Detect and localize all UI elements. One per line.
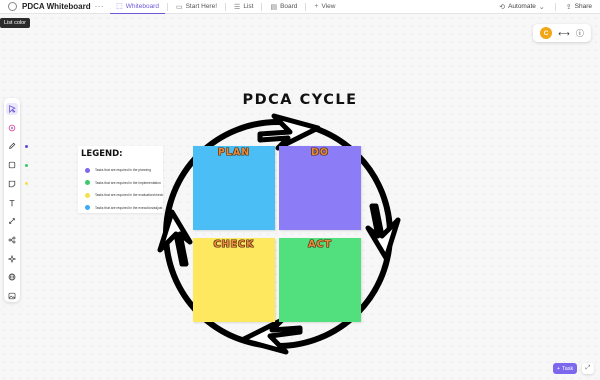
legend-item: Tasks that are required in the planning xyxy=(81,164,160,177)
tab-divider xyxy=(166,2,168,11)
sticky-label: CHECK xyxy=(213,239,255,250)
plus-icon: + xyxy=(556,365,560,372)
top-bar: PDCA Whiteboard ··· ⬚ Whiteboard ▭ Start… xyxy=(0,0,600,14)
page-title[interactable]: PDCA Whiteboard xyxy=(22,2,91,11)
chevron-down-icon: ⌄ xyxy=(538,3,545,11)
doc-icon: ▭ xyxy=(175,3,183,11)
sticky-label: DO xyxy=(311,147,329,158)
sparkle-icon[interactable] xyxy=(6,253,18,265)
expand-icon[interactable]: ⤢ xyxy=(582,363,594,374)
info-icon[interactable]: ⓘ xyxy=(576,28,584,39)
tab-start-here[interactable]: ▭ Start Here! xyxy=(170,0,223,14)
globe-icon[interactable] xyxy=(6,272,18,284)
add-view-button[interactable]: + View xyxy=(308,0,341,14)
tab-label: Start Here! xyxy=(185,3,218,10)
text-icon[interactable] xyxy=(6,197,18,209)
left-toolbar xyxy=(4,98,28,302)
sticky-act[interactable]: ACT xyxy=(279,238,361,322)
tab-board[interactable]: ▤ Board xyxy=(264,0,303,14)
sticky-label: ACT xyxy=(308,239,332,250)
share-icon: ⇪ xyxy=(565,3,572,11)
whiteboard-icon: ⬚ xyxy=(116,3,123,10)
automate-label: Automate xyxy=(508,3,536,10)
sticky-note-icon[interactable] xyxy=(6,178,28,190)
tab-label: List xyxy=(243,3,254,10)
legend-dot-green xyxy=(85,180,90,186)
shape-icon[interactable] xyxy=(6,159,28,171)
tab-divider xyxy=(261,2,263,11)
tab-divider xyxy=(305,2,307,11)
image-icon[interactable] xyxy=(6,290,18,302)
connector-icon[interactable] xyxy=(6,215,18,227)
collaboration-panel: C ⟷ ⓘ xyxy=(533,24,591,42)
sticky-do[interactable]: DO xyxy=(279,146,361,230)
sticky-plan[interactable]: PLAN xyxy=(193,146,275,230)
action-divider xyxy=(554,2,556,11)
board-icon: ▤ xyxy=(270,3,278,11)
view-tabs: ⬚ Whiteboard ▭ Start Here! ☰ List ▤ Boar… xyxy=(110,0,341,14)
avatar[interactable]: C xyxy=(540,27,553,39)
arrow-head-right xyxy=(365,203,401,261)
fit-width-icon[interactable]: ⟷ xyxy=(558,29,569,38)
more-options-icon[interactable]: ··· xyxy=(95,2,105,11)
pen-icon[interactable] xyxy=(6,140,28,152)
legend-item: Tasks that are required in the evaluatio… xyxy=(81,189,163,202)
add-view-label: View xyxy=(321,3,336,10)
legend-item: Tasks that are required in the execution… xyxy=(81,202,162,215)
sticky-label: PLAN xyxy=(217,147,251,158)
legend-item: Tasks that are required in the implement… xyxy=(81,177,161,190)
automate-icon: ⟲ xyxy=(499,3,506,11)
sticky-check[interactable]: CHECK xyxy=(193,238,275,322)
whiteboard-status-icon[interactable] xyxy=(8,2,17,11)
mind-map-icon[interactable] xyxy=(6,234,18,246)
legend-text: Tasks that are required in the planning xyxy=(95,168,151,173)
task-label: Task xyxy=(561,365,574,372)
legend-dot-purple xyxy=(85,167,90,173)
add-task-button[interactable]: + Task xyxy=(553,363,577,374)
top-right-actions: ⟲ Automate ⌄ ⇪ Share xyxy=(499,2,592,11)
tab-list[interactable]: ☰ List xyxy=(228,0,259,14)
automate-button[interactable]: ⟲ Automate ⌄ xyxy=(499,3,545,11)
share-label: Share xyxy=(574,3,592,10)
legend-title: LEGEND: xyxy=(81,149,123,159)
tab-label: Board xyxy=(280,3,298,10)
board-title[interactable]: PDCA CYCLE xyxy=(0,92,600,108)
list-icon: ☰ xyxy=(234,3,241,11)
tab-whiteboard[interactable]: ⬚ Whiteboard xyxy=(110,0,165,14)
legend-dot-blue xyxy=(85,205,90,211)
tab-divider xyxy=(225,2,227,11)
tooltip: List color xyxy=(0,18,31,28)
ai-magic-icon[interactable] xyxy=(6,122,18,134)
share-button[interactable]: ⇪ Share xyxy=(566,3,592,11)
plus-icon: + xyxy=(314,3,319,10)
pen-color-dot xyxy=(25,144,28,148)
tab-label: Whiteboard xyxy=(125,2,159,10)
shape-color-dot xyxy=(25,163,28,167)
legend-dot-yellow xyxy=(85,192,90,198)
